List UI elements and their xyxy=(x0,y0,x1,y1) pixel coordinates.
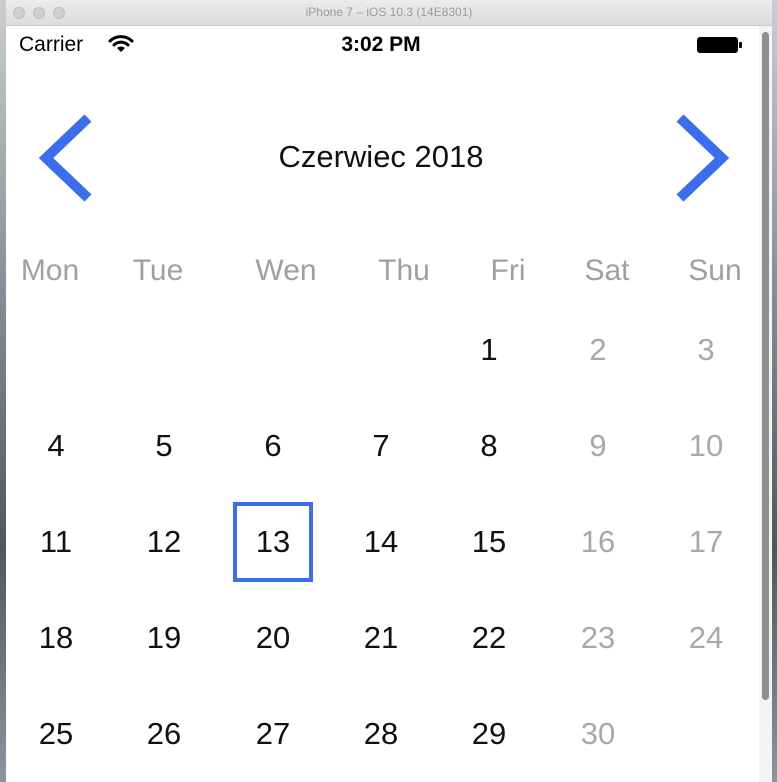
day-cell[interactable]: 28 xyxy=(341,694,421,774)
battery-icon xyxy=(696,36,744,59)
weekday-label: Thu xyxy=(378,254,430,287)
next-month-button[interactable] xyxy=(670,112,734,204)
weekday-label: Sat xyxy=(584,254,630,287)
weekday-label: Mon xyxy=(20,254,80,287)
day-cell[interactable]: 2 xyxy=(558,310,638,390)
day-cell[interactable]: 23 xyxy=(558,598,638,678)
day-cell[interactable]: 24 xyxy=(666,598,746,678)
day-cell[interactable]: 12 xyxy=(124,502,204,582)
day-cell[interactable]: 1 xyxy=(449,310,529,390)
scrollbar[interactable] xyxy=(759,26,772,782)
day-cell[interactable]: 16 xyxy=(558,502,638,582)
day-cell[interactable]: 29 xyxy=(449,694,529,774)
window-titlebar: iPhone 7 – iOS 10.3 (14E8301) xyxy=(6,0,772,26)
day-cell[interactable]: 18 xyxy=(16,598,96,678)
day-cell[interactable]: 15 xyxy=(449,502,529,582)
day-cell[interactable]: 3 xyxy=(666,310,746,390)
day-cell[interactable]: 25 xyxy=(16,694,96,774)
day-cell[interactable]: 27 xyxy=(233,694,313,774)
day-cell[interactable]: 8 xyxy=(449,406,529,486)
chevron-right-icon xyxy=(676,114,730,202)
day-cell[interactable]: 19 xyxy=(124,598,204,678)
status-time: 3:02 PM xyxy=(341,33,421,56)
status-bar: Carrier 3:02 PM xyxy=(6,26,756,62)
simulator-window: iPhone 7 – iOS 10.3 (14E8301) Carrier 3:… xyxy=(6,0,772,782)
day-cell[interactable]: 4 xyxy=(16,406,96,486)
day-cell[interactable]: 14 xyxy=(341,502,421,582)
day-cell[interactable]: 22 xyxy=(449,598,529,678)
day-cell[interactable]: 10 xyxy=(666,406,746,486)
weekday-label: Sun xyxy=(688,254,742,287)
selected-day-cell[interactable]: 13 xyxy=(233,502,313,582)
window-title: iPhone 7 – iOS 10.3 (14E8301) xyxy=(305,5,473,19)
month-title: Czerwiec 2018 xyxy=(278,139,484,174)
weekday-label: Tue xyxy=(132,254,184,287)
day-cell[interactable]: 6 xyxy=(233,406,313,486)
day-cell[interactable]: 30 xyxy=(558,694,638,774)
day-cell[interactable]: 9 xyxy=(558,406,638,486)
day-cell[interactable]: 17 xyxy=(666,502,746,582)
day-cell[interactable]: 20 xyxy=(233,598,313,678)
weekday-label: Wen xyxy=(255,254,317,287)
day-cell[interactable]: 5 xyxy=(124,406,204,486)
day-cell[interactable]: 21 xyxy=(341,598,421,678)
day-cell[interactable]: 11 xyxy=(16,502,96,582)
scrollbar-thumb[interactable] xyxy=(762,32,769,700)
weekday-label: Fri xyxy=(490,254,526,287)
day-cell[interactable]: 7 xyxy=(341,406,421,486)
day-cell[interactable]: 26 xyxy=(124,694,204,774)
